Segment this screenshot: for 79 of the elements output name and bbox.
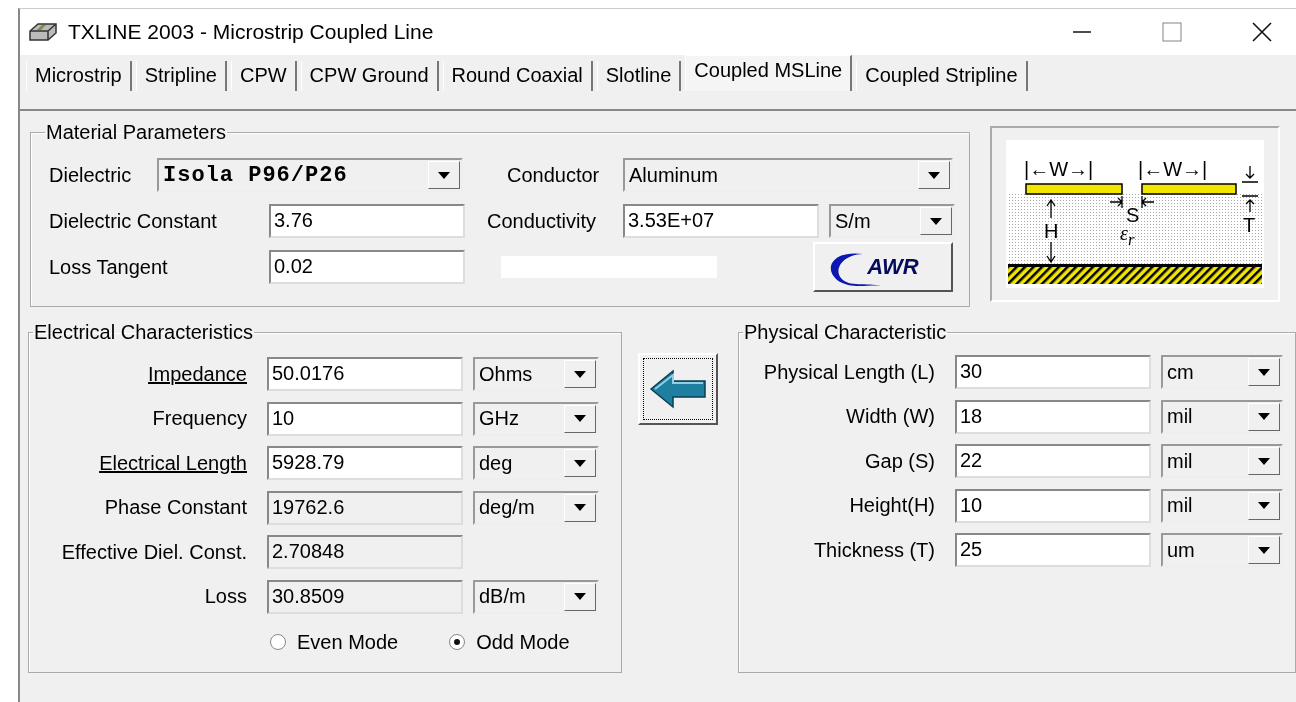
field-label: Conductivity bbox=[487, 209, 597, 233]
dimension-label: |←W→| bbox=[1138, 158, 1208, 180]
unit-dropdown[interactable]: mil bbox=[1161, 444, 1283, 479]
input-field: 19762.6 bbox=[267, 490, 463, 525]
input-field: 2.70848 bbox=[267, 535, 463, 570]
conductor-dropdown[interactable]: Aluminum bbox=[623, 158, 953, 192]
field-label: Width (W) bbox=[845, 405, 936, 429]
caret-icon bbox=[574, 415, 586, 423]
input-field: 30.8509 bbox=[267, 579, 463, 614]
tab[interactable]: Slotline bbox=[596, 61, 682, 91]
input-field[interactable]: 3.53E+07 bbox=[623, 204, 819, 238]
tab[interactable]: Stripline bbox=[135, 61, 227, 91]
caret-icon bbox=[574, 593, 586, 601]
field-label: Conductor bbox=[506, 163, 601, 187]
field-label: Loss bbox=[203, 585, 248, 609]
unit-dropdown[interactable]: deg bbox=[473, 446, 599, 481]
group-title: Material Parameters bbox=[45, 121, 228, 144]
field-label: Dielectric bbox=[48, 163, 133, 187]
input-field[interactable]: 25 bbox=[955, 533, 1151, 568]
tab[interactable]: Microstrip bbox=[26, 61, 132, 91]
dimension-label: H bbox=[1044, 220, 1059, 242]
unit-dropdown[interactable]: cm bbox=[1161, 355, 1283, 390]
calculate-button[interactable] bbox=[638, 353, 718, 425]
caret-icon bbox=[1258, 457, 1270, 465]
dielectric-dropdown[interactable]: Isola P96/P26 bbox=[157, 158, 463, 192]
caret-icon bbox=[1258, 368, 1270, 376]
window-title: TXLINE 2003 - Microstrip Coupled Line bbox=[68, 20, 434, 44]
input-field[interactable]: 10 bbox=[955, 488, 1151, 523]
close-icon[interactable] bbox=[1252, 22, 1272, 42]
group-title: Physical Characteristic bbox=[743, 321, 948, 344]
input-field[interactable]: 10 bbox=[267, 401, 463, 436]
group-title: Electrical Characteristics bbox=[33, 321, 254, 344]
input-field[interactable]: 3.76 bbox=[269, 204, 465, 238]
input-field[interactable]: 0.02 bbox=[269, 250, 465, 284]
mode-radio[interactable]: Odd Mode bbox=[448, 630, 570, 654]
field-label: Phase Constant bbox=[103, 496, 248, 520]
field-label: Effective Diel. Const. bbox=[60, 540, 248, 564]
caret-icon bbox=[930, 217, 942, 225]
caret-icon bbox=[1258, 502, 1270, 510]
field-label: Height(H) bbox=[848, 494, 936, 518]
field-label: Physical Length (L) bbox=[762, 360, 936, 384]
field-label: Frequency bbox=[151, 407, 248, 431]
caret-icon bbox=[574, 504, 586, 512]
caret-icon bbox=[928, 171, 940, 179]
tab[interactable]: Coupled MSLine bbox=[685, 55, 853, 91]
chip-icon bbox=[28, 21, 58, 43]
left-arrow-icon bbox=[649, 369, 707, 409]
caret-icon bbox=[438, 171, 450, 179]
caret-icon bbox=[1258, 546, 1270, 554]
unit-dropdown[interactable]: GHz bbox=[473, 401, 599, 436]
input-field[interactable]: 18 bbox=[955, 399, 1151, 434]
input-field[interactable]: 22 bbox=[955, 444, 1151, 479]
input-field[interactable]: 30 bbox=[955, 355, 1151, 390]
caret-icon bbox=[1258, 413, 1270, 421]
field-label: Gap (S) bbox=[863, 449, 936, 473]
field-label: Thickness (T) bbox=[812, 538, 936, 562]
tab[interactable]: CPW Ground bbox=[300, 61, 439, 91]
mode-radio[interactable]: Even Mode bbox=[269, 630, 399, 654]
tab[interactable]: Coupled Stripline bbox=[856, 61, 1028, 91]
unit-dropdown[interactable]: Ohms bbox=[473, 357, 599, 392]
field-label: Loss Tangent bbox=[48, 255, 169, 279]
dimension-label: |←W→| bbox=[1024, 158, 1094, 180]
unit-dropdown[interactable]: dB/m bbox=[473, 579, 599, 614]
unit-dropdown[interactable]: um bbox=[1161, 533, 1283, 568]
tab[interactable]: CPW bbox=[230, 61, 297, 91]
input-field[interactable]: 50.0176 bbox=[267, 357, 463, 392]
field-label: Dielectric Constant bbox=[48, 209, 218, 233]
unit-dropdown[interactable]: mil bbox=[1161, 399, 1283, 434]
logo-button[interactable]: AWR bbox=[813, 242, 953, 292]
caret-icon bbox=[574, 459, 586, 467]
unit-dropdown[interactable]: S/m bbox=[829, 204, 955, 238]
dimension-label: T bbox=[1243, 214, 1256, 236]
caret-icon bbox=[574, 370, 586, 378]
field-label: Electrical Length bbox=[98, 451, 248, 475]
input-field[interactable]: 5928.79 bbox=[267, 446, 463, 481]
unit-dropdown[interactable]: deg/m bbox=[473, 490, 599, 525]
unit-dropdown[interactable]: mil bbox=[1161, 488, 1283, 523]
tab[interactable]: Round Coaxial bbox=[442, 61, 593, 91]
field-label: Impedance bbox=[147, 362, 248, 386]
